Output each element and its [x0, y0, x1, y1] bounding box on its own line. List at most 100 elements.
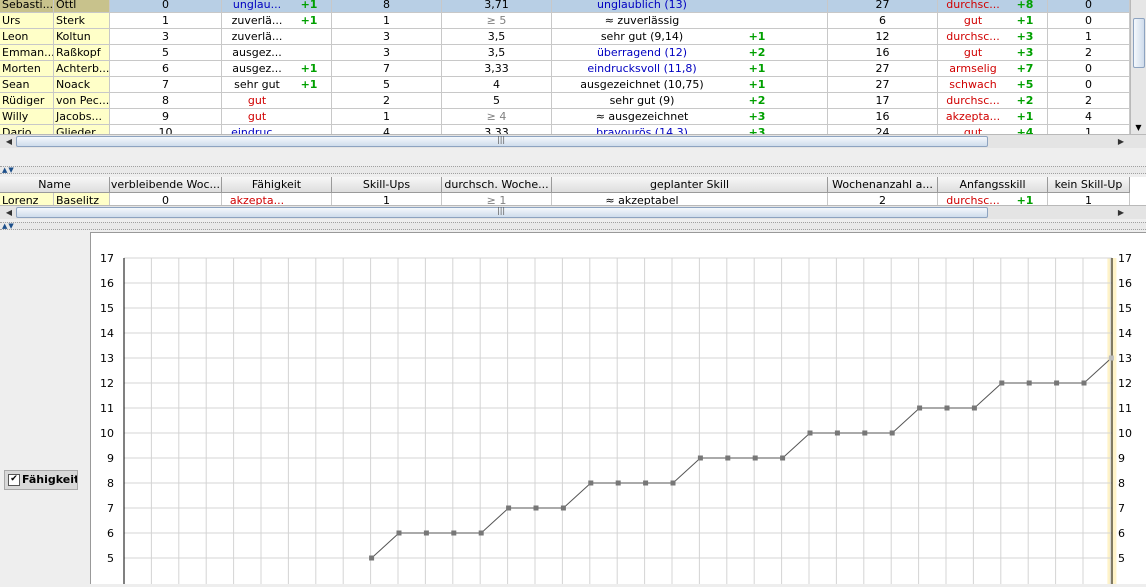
- table-cell-ability[interactable]: unglau... +1: [222, 0, 332, 13]
- column-header[interactable]: Wochenanzahl a...: [828, 177, 938, 193]
- table-cell-ability[interactable]: zuverlä... +1: [222, 13, 332, 29]
- table-cell-planned[interactable]: ≈ zuverlässig: [552, 13, 828, 29]
- table-cell-weeks[interactable]: 17: [828, 93, 938, 109]
- divider-arrows-icon[interactable]: ▲▼: [2, 222, 15, 230]
- table-cell-planned[interactable]: ≈ ausgezeichnet +3: [552, 109, 828, 125]
- table-cell-avg[interactable]: ≥ 4: [442, 109, 552, 125]
- player-table-vertical-scrollbar[interactable]: ▼: [1130, 0, 1146, 134]
- table-cell-skillups[interactable]: 1: [332, 13, 442, 29]
- table-cell-last[interactable]: Achterb...: [54, 61, 110, 77]
- table-cell-avg[interactable]: 3,33: [442, 61, 552, 77]
- table-cell-start[interactable]: gut +3: [938, 45, 1048, 61]
- table-cell-weeks[interactable]: 2: [828, 193, 938, 205]
- table-cell-skillups[interactable]: 7: [332, 61, 442, 77]
- table-cell-weeks[interactable]: 16: [828, 45, 938, 61]
- scroll-right-icon[interactable]: ▶: [1114, 206, 1128, 219]
- table-cell-skillups[interactable]: 3: [332, 45, 442, 61]
- table-cell-start[interactable]: durchsc... +1: [938, 193, 1048, 205]
- column-header[interactable]: Skill-Ups: [332, 177, 442, 193]
- table-cell-none[interactable]: 0: [1048, 61, 1130, 77]
- table-cell-last[interactable]: Noack: [54, 77, 110, 93]
- table-cell-avg[interactable]: ≥ 1: [442, 193, 552, 205]
- table-cell-rem[interactable]: 5: [110, 45, 222, 61]
- table-cell-avg[interactable]: ≥ 5: [442, 13, 552, 29]
- table-cell-start[interactable]: akzepta... +1: [938, 109, 1048, 125]
- table-cell-rem[interactable]: 0: [110, 0, 222, 13]
- table-cell-first[interactable]: Leon: [0, 29, 54, 45]
- table-cell-start[interactable]: armselig +7: [938, 61, 1048, 77]
- split-pane-divider[interactable]: ▲▼: [0, 166, 1146, 174]
- table-cell-avg[interactable]: 3,5: [442, 45, 552, 61]
- table-cell-last[interactable]: Sterk: [54, 13, 110, 29]
- table-cell-start[interactable]: durchsc... +3: [938, 29, 1048, 45]
- table-cell-planned[interactable]: ≈ akzeptabel: [552, 193, 828, 205]
- table-cell-first[interactable]: Lorenz: [0, 193, 54, 205]
- table-cell-none[interactable]: 2: [1048, 45, 1130, 61]
- table-cell-start[interactable]: durchsc... +2: [938, 93, 1048, 109]
- table-cell-skillups[interactable]: 1: [332, 193, 442, 205]
- horizontal-scroll-thumb[interactable]: |||: [16, 206, 988, 218]
- table-cell-planned[interactable]: sehr gut (9,14) +1: [552, 29, 828, 45]
- vertical-scroll-thumb[interactable]: [1133, 18, 1145, 68]
- divider-arrows-icon[interactable]: ▲▼: [2, 166, 15, 174]
- table-cell-ability[interactable]: gut: [222, 93, 332, 109]
- table-cell-avg[interactable]: 3,71: [442, 0, 552, 13]
- table-cell-weeks[interactable]: 27: [828, 77, 938, 93]
- table-cell-rem[interactable]: 9: [110, 109, 222, 125]
- table-cell-ability[interactable]: zuverlä...: [222, 29, 332, 45]
- table-cell-ability[interactable]: gut: [222, 109, 332, 125]
- column-header[interactable]: Fähigkeit: [222, 177, 332, 193]
- table-cell-first[interactable]: Sebasti...: [0, 0, 54, 13]
- horizontal-scroll-thumb[interactable]: |||: [16, 135, 988, 147]
- table-cell-ability[interactable]: akzepta...: [222, 193, 332, 205]
- table-cell-last[interactable]: Ottl: [54, 0, 110, 13]
- table-cell-skillups[interactable]: 8: [332, 0, 442, 13]
- table-cell-start[interactable]: schwach +5: [938, 77, 1048, 93]
- table-cell-rem[interactable]: 3: [110, 29, 222, 45]
- table-cell-weeks[interactable]: 16: [828, 109, 938, 125]
- table-cell-ability[interactable]: sehr gut +1: [222, 77, 332, 93]
- table-cell-skillups[interactable]: 3: [332, 29, 442, 45]
- table-cell-rem[interactable]: 8: [110, 93, 222, 109]
- table-cell-first[interactable]: Morten: [0, 61, 54, 77]
- table-cell-planned[interactable]: überragend (12) +2: [552, 45, 828, 61]
- table-cell-skillups[interactable]: 2: [332, 93, 442, 109]
- column-header[interactable]: kein Skill-Up: [1048, 177, 1130, 193]
- table-cell-start[interactable]: durchsc... +8: [938, 0, 1048, 13]
- table-cell-ability[interactable]: ausgez... +1: [222, 61, 332, 77]
- table-cell-first[interactable]: Emman...: [0, 45, 54, 61]
- scroll-left-icon[interactable]: ◀: [2, 135, 16, 148]
- scroll-left-icon[interactable]: ◀: [2, 206, 16, 219]
- player-table-horizontal-scrollbar[interactable]: ◀ ||| ▶: [0, 134, 1146, 148]
- table-cell-rem[interactable]: 0: [110, 193, 222, 205]
- table-cell-last[interactable]: Baselitz: [54, 193, 110, 205]
- table-cell-rem[interactable]: 1: [110, 13, 222, 29]
- reserve-table-horizontal-scrollbar[interactable]: ◀ ||| ▶: [0, 205, 1146, 219]
- scroll-down-icon[interactable]: ▼: [1131, 121, 1146, 134]
- table-cell-avg[interactable]: 5: [442, 93, 552, 109]
- table-cell-none[interactable]: 2: [1048, 93, 1130, 109]
- legend-toggle-faehigkeit[interactable]: ✔ Fähigkeit: [4, 470, 78, 490]
- table-cell-none[interactable]: 1: [1048, 29, 1130, 45]
- column-header[interactable]: geplanter Skill: [552, 177, 828, 193]
- split-pane-divider[interactable]: ▲▼: [0, 222, 1146, 230]
- table-cell-avg[interactable]: 4: [442, 77, 552, 93]
- table-cell-rem[interactable]: 7: [110, 77, 222, 93]
- table-cell-planned[interactable]: unglaublich (13): [552, 0, 828, 13]
- column-header[interactable]: durchsch. Woche...: [442, 177, 552, 193]
- table-cell-planned[interactable]: sehr gut (9) +2: [552, 93, 828, 109]
- table-cell-weeks[interactable]: 12: [828, 29, 938, 45]
- table-cell-ability[interactable]: ausgez...: [222, 45, 332, 61]
- table-cell-skillups[interactable]: 5: [332, 77, 442, 93]
- table-cell-weeks[interactable]: 6: [828, 13, 938, 29]
- table-cell-start[interactable]: gut +1: [938, 13, 1048, 29]
- table-cell-none[interactable]: 0: [1048, 0, 1130, 13]
- table-cell-planned[interactable]: eindrucksvoll (11,8) +1: [552, 61, 828, 77]
- table-cell-none[interactable]: 0: [1048, 13, 1130, 29]
- table-cell-none[interactable]: 4: [1048, 109, 1130, 125]
- table-cell-none[interactable]: 0: [1048, 77, 1130, 93]
- table-cell-weeks[interactable]: 27: [828, 0, 938, 13]
- table-cell-last[interactable]: Koltun: [54, 29, 110, 45]
- scroll-right-icon[interactable]: ▶: [1114, 135, 1128, 148]
- column-header[interactable]: Name: [0, 177, 110, 193]
